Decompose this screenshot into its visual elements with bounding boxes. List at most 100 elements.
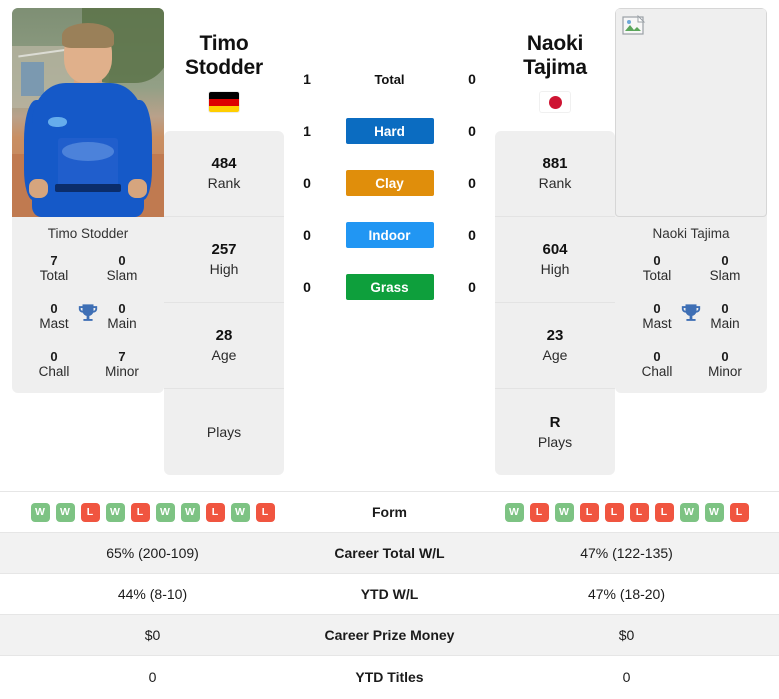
form-badge: W — [554, 502, 574, 522]
left-player-metrics: 484 Rank 257 High 28 Age Plays — [164, 131, 284, 476]
surface-comparison: 1 Total 0 1 Hard 0 0 Clay 0 0 Indoor 0 0 — [284, 8, 495, 300]
form-badge: L — [604, 502, 624, 522]
form-badge: L — [729, 502, 749, 522]
right-titles-minor-label: Minor — [708, 364, 742, 379]
left-form-strip: W W L W L W W L W L — [0, 502, 305, 522]
right-titles-grid: 0 Total 0 Slam 0 Mast 0 Main 0 Chall 0 M… — [615, 251, 767, 393]
right-player-name: Naoki Tajima — [523, 32, 587, 79]
left-career-total-wl: 65% (200-109) — [0, 532, 305, 574]
form-badge: W — [155, 502, 175, 522]
left-titles-minor-value: 7 — [118, 349, 126, 364]
right-metric-rank-label: Rank — [538, 175, 572, 192]
right-player-photo-card[interactable]: Naoki Tajima 0 Total 0 Slam 0 Mast 0 Mai… — [615, 8, 767, 393]
table-row-ytd-titles: 0 YTD Titles 0 — [0, 655, 779, 697]
surface-row-total: 1 Total 0 — [284, 66, 495, 92]
left-surface-hard-count: 1 — [303, 123, 311, 139]
right-player-flag — [540, 91, 570, 113]
left-titles-slam-label: Slam — [106, 268, 138, 283]
trophy-icon — [680, 303, 702, 330]
right-titles-slam-value: 0 — [721, 253, 729, 268]
form-badge: W — [180, 502, 200, 522]
right-titles-minor-value: 0 — [721, 349, 729, 364]
form-badge: W — [30, 502, 50, 522]
right-metric-plays: R Plays — [495, 389, 615, 475]
right-metric-rank: 881 Rank — [495, 131, 615, 218]
left-titles-chall-value: 0 — [50, 349, 58, 364]
form-badge: L — [80, 502, 100, 522]
form-badge: L — [529, 502, 549, 522]
table-row-career-prize-money: $0 Career Prize Money $0 — [0, 614, 779, 656]
left-player-flag — [209, 91, 239, 113]
left-player-name-line2: Stodder — [185, 55, 263, 79]
right-metric-age-label: Age — [542, 347, 568, 364]
form-badge: W — [230, 502, 250, 522]
right-metric-plays-value: R — [549, 413, 561, 431]
left-titles-total-value: 7 — [50, 253, 58, 268]
form-badge: L — [130, 502, 150, 522]
row-label-career-total-wl: Career Total W/L — [305, 532, 474, 574]
surface-label-total: Total — [374, 71, 405, 87]
left-surface-indoor-count: 0 — [303, 227, 311, 243]
right-metric-age: 23 Age — [495, 303, 615, 390]
form-badge: W — [504, 502, 524, 522]
left-career-prize-money: $0 — [0, 614, 305, 656]
form-badge: L — [579, 502, 599, 522]
left-player-meta: Timo Stodder 484 Rank 257 High 28 Age Pl… — [164, 8, 284, 476]
broken-image-icon — [622, 14, 648, 39]
player-comparison-page: Timo Stodder 7 Total 0 Slam 0 Mast 0 Mai… — [0, 0, 779, 699]
left-titles-total-label: Total — [39, 268, 69, 283]
right-metric-high: 604 High — [495, 217, 615, 304]
comparison-table: W W L W L W W L W L Form W L W L L L L W… — [0, 491, 779, 697]
left-metric-age: 28 Age — [164, 303, 284, 390]
flag-jp-icon — [540, 92, 570, 113]
right-metric-plays-label: Plays — [537, 433, 573, 450]
surface-label-hard[interactable]: Hard — [345, 118, 434, 144]
right-metric-high-value: 604 — [542, 241, 568, 259]
left-form-cell: W W L W L W W L W L — [0, 491, 305, 533]
form-badge: W — [679, 502, 699, 522]
right-form-strip: W L W L L L L W W L — [474, 502, 779, 522]
right-ytd-titles: 0 — [474, 655, 779, 697]
right-ytd-wl: 47% (18-20) — [474, 573, 779, 615]
form-badge: W — [704, 502, 724, 522]
right-titles-chall-label: Chall — [641, 364, 673, 379]
left-surface-clay-count: 0 — [303, 175, 311, 191]
left-player-name-line1: Timo — [199, 32, 249, 55]
right-form-cell: W L W L L L L W W L — [474, 491, 779, 533]
left-metric-age-label: Age — [211, 347, 237, 364]
surface-label-grass[interactable]: Grass — [345, 274, 434, 300]
right-career-total-wl: 47% (122-135) — [474, 532, 779, 574]
row-label-ytd-titles: YTD Titles — [305, 655, 474, 697]
form-badge: L — [654, 502, 674, 522]
surface-row-grass: 0 Grass 0 — [284, 274, 495, 300]
right-metric-rank-value: 881 — [542, 155, 568, 173]
form-badge: W — [55, 502, 75, 522]
left-surface-grass-count: 0 — [303, 279, 311, 295]
surface-label-clay[interactable]: Clay — [345, 170, 434, 196]
left-surface-total-count: 1 — [303, 71, 311, 87]
left-player-photo — [12, 8, 164, 217]
form-badge: L — [205, 502, 225, 522]
surface-row-clay: 0 Clay 0 — [284, 170, 495, 196]
row-label-career-prize-money: Career Prize Money — [305, 614, 474, 656]
left-metric-high-value: 257 — [211, 241, 237, 259]
left-player-photo-card[interactable]: Timo Stodder 7 Total 0 Slam 0 Mast 0 Mai… — [12, 8, 164, 393]
right-surface-hard-count: 0 — [468, 123, 476, 139]
left-ytd-titles: 0 — [0, 655, 305, 697]
surface-row-hard: 1 Hard 0 — [284, 118, 495, 144]
table-row-form: W W L W L W W L W L Form W L W L L L L W… — [0, 491, 779, 533]
right-player-photo — [615, 8, 767, 217]
right-surface-clay-count: 0 — [468, 175, 476, 191]
left-metric-high-label: High — [209, 261, 239, 278]
surface-label-indoor[interactable]: Indoor — [345, 222, 434, 248]
right-surface-total-count: 0 — [468, 71, 476, 87]
right-player-meta: Naoki Tajima 881 Rank 604 High 23 Age R … — [495, 8, 615, 476]
left-metric-plays-label: Plays — [206, 424, 242, 441]
right-titles-total-label: Total — [642, 268, 672, 283]
table-row-career-total-wl: 65% (200-109) Career Total W/L 47% (122-… — [0, 532, 779, 574]
trophy-icon — [77, 303, 99, 330]
right-player-photo-caption: Naoki Tajima — [652, 226, 730, 241]
right-metric-high-label: High — [540, 261, 570, 278]
left-player-name: Timo Stodder — [185, 32, 263, 79]
right-player-metrics: 881 Rank 604 High 23 Age R Plays — [495, 131, 615, 476]
